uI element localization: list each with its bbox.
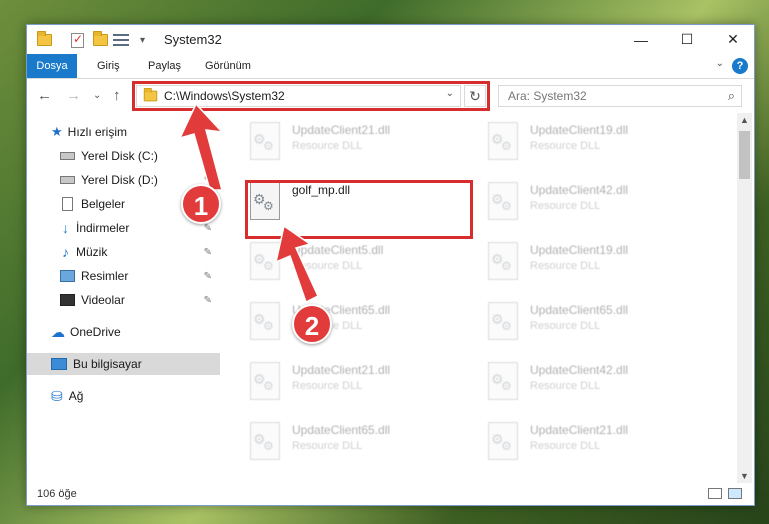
callout-badge-2: 2	[292, 304, 332, 344]
arrow-2	[274, 224, 319, 304]
callout-badge-1: 1	[181, 184, 221, 224]
arrow-1	[178, 102, 224, 191]
callout-arrows	[178, 102, 319, 304]
